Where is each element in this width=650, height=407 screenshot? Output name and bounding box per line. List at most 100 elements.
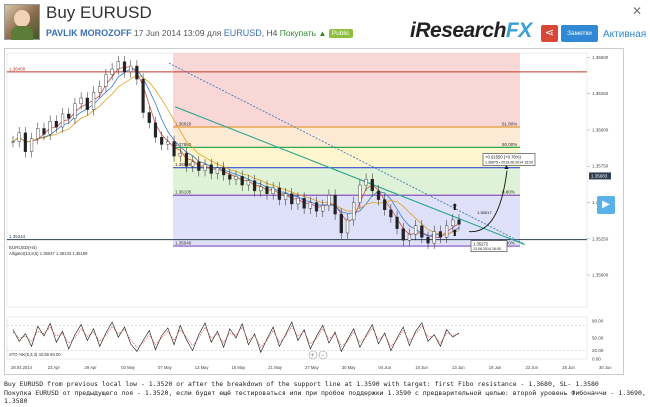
candle-body [98,86,102,93]
date-axis-label: 13 Jun [452,365,465,370]
for-label: для [206,28,222,38]
target-info-line-2: 1.36875 • 2019.06.2014 15:00 [485,161,533,165]
avatar-body [11,26,33,40]
author-link[interactable]: PAVLIK MOROZOFF [46,28,132,38]
date-axis-label: 18 Jun [489,365,502,370]
price-axis-label: 1.36500 [592,55,609,60]
play-icon: ▶ [602,199,610,210]
chart-frame[interactable]: 1.36020 61.80% 1.37880 50.00% 1.36909 1.36105… [4,48,624,375]
candle-body [345,219,350,234]
candle-body [438,231,443,238]
description-line-1: Buy EURUSD from previous local low - 1.3… [4,380,599,388]
current-price-label: 1.35683 [591,174,608,179]
date-axis-label: 27 May [305,365,320,370]
candle-body [308,202,312,209]
candle-body [296,197,300,205]
date-axis-label: 02 May [121,365,136,370]
close-icon[interactable]: ✕ [632,4,642,18]
candle-body [147,112,151,123]
candle-body [172,141,176,157]
candle-body [110,68,114,75]
idea-datetime: 17 Jun 2014 13:09 [134,28,205,38]
stochastic-axis-label: 90.00 [592,319,604,324]
timeframe-label: , H4 [261,28,278,38]
horizontal-level-label: 1.35244 [9,234,26,239]
arrow-up-icon: ⬆ [451,228,459,238]
share-button[interactable]: ⋖ [541,25,558,42]
candle-body [160,136,164,145]
candle-body [48,121,52,135]
candle-body [79,97,83,104]
brand-logo[interactable]: iResearchFX [410,19,532,43]
next-arrow-button[interactable]: ▶ [597,196,615,214]
candle-body [215,167,220,174]
stochastic-axis-label: 50.00 [592,336,604,341]
date-axis-label: 30 Jun [599,365,612,370]
candle-body [135,65,139,80]
candle-body [23,132,27,152]
candle-body [432,231,436,244]
author-avatar[interactable] [4,4,40,40]
candle-body [370,179,374,192]
idea-meta: PAVLIK MOROZOFF 17 Jun 2014 13:09 для EU… [46,28,353,38]
candle-body [246,180,250,186]
candle-body [234,176,238,180]
candle-body [426,237,430,244]
mid-info-label: 1.35517 [477,210,492,215]
candle-body [17,132,21,142]
date-axis-label: 04 Jun [379,365,392,370]
zoom-in-glyph: + [311,353,315,359]
candle-body [376,190,381,200]
candle-body [203,164,207,171]
candle-body [395,216,399,229]
candle-body [104,74,108,87]
candle-body [209,164,213,174]
date-axis-label: 25 Jun [562,365,575,370]
candle-body [339,213,343,234]
zoom-out-glyph: − [321,353,325,359]
description-line-2: Покупка EURUSD от предыдущего лоя - 1.35… [4,388,646,397]
notes-button[interactable]: Заметки [561,25,598,42]
candle-body [252,180,257,192]
logo-research: Research [415,19,506,42]
avatar-head [14,10,30,27]
price-chart[interactable]: 1.36020 61.80%1.37880 50.00%1.369091.36105… [5,49,623,374]
date-axis-label: 07 May [158,365,173,370]
candle-body [222,167,226,176]
candle-body [36,128,40,139]
candle-body [67,113,71,119]
candle-body [420,225,424,238]
date-axis-label: 29 Apr [85,365,98,370]
candle-body [314,202,319,212]
stochastic-label: STO %K(5,3,3) 42.88 80.00 [9,352,61,357]
candle-body [178,152,182,157]
candle-body [277,187,281,200]
candle-body [352,202,356,221]
arrow-up-icon: ⬆ [451,202,459,212]
date-axis-label: 30 May [342,365,357,370]
candle-body [153,122,158,138]
stochastic-axis-label: 20.00 [592,348,604,353]
symbol-link[interactable]: EURUSD [224,28,262,38]
arrow-up-icon: ▲ [318,29,327,38]
candle-body [141,78,145,113]
entry-info-line-2: 13.06.2014 16:00 [473,247,501,251]
date-axis-label: 10 Jun [415,365,428,370]
candle-body [383,199,387,210]
fibo-level-pct: 61.80% [502,122,517,127]
fibo-zone [173,127,520,148]
candle-body [73,103,77,119]
price-axis-label: 1.35250 [592,236,609,241]
idea-description: Buy EURUSD from previous local low - 1.3… [4,380,646,406]
fibo-level-label: 1.36105 [175,190,192,195]
candle-body [191,161,195,167]
date-axis-label: 13 May [195,365,210,370]
date-axis-label: 23 Jun [526,365,539,370]
candle-body [457,219,461,225]
candle-body [54,121,58,128]
candle-body [122,61,127,73]
date-axis-label: 21 May [268,365,283,370]
fibo-zone [173,147,520,168]
entry-info-line-1: 1.35272 [473,242,489,247]
logo-fx: FX [505,19,532,42]
